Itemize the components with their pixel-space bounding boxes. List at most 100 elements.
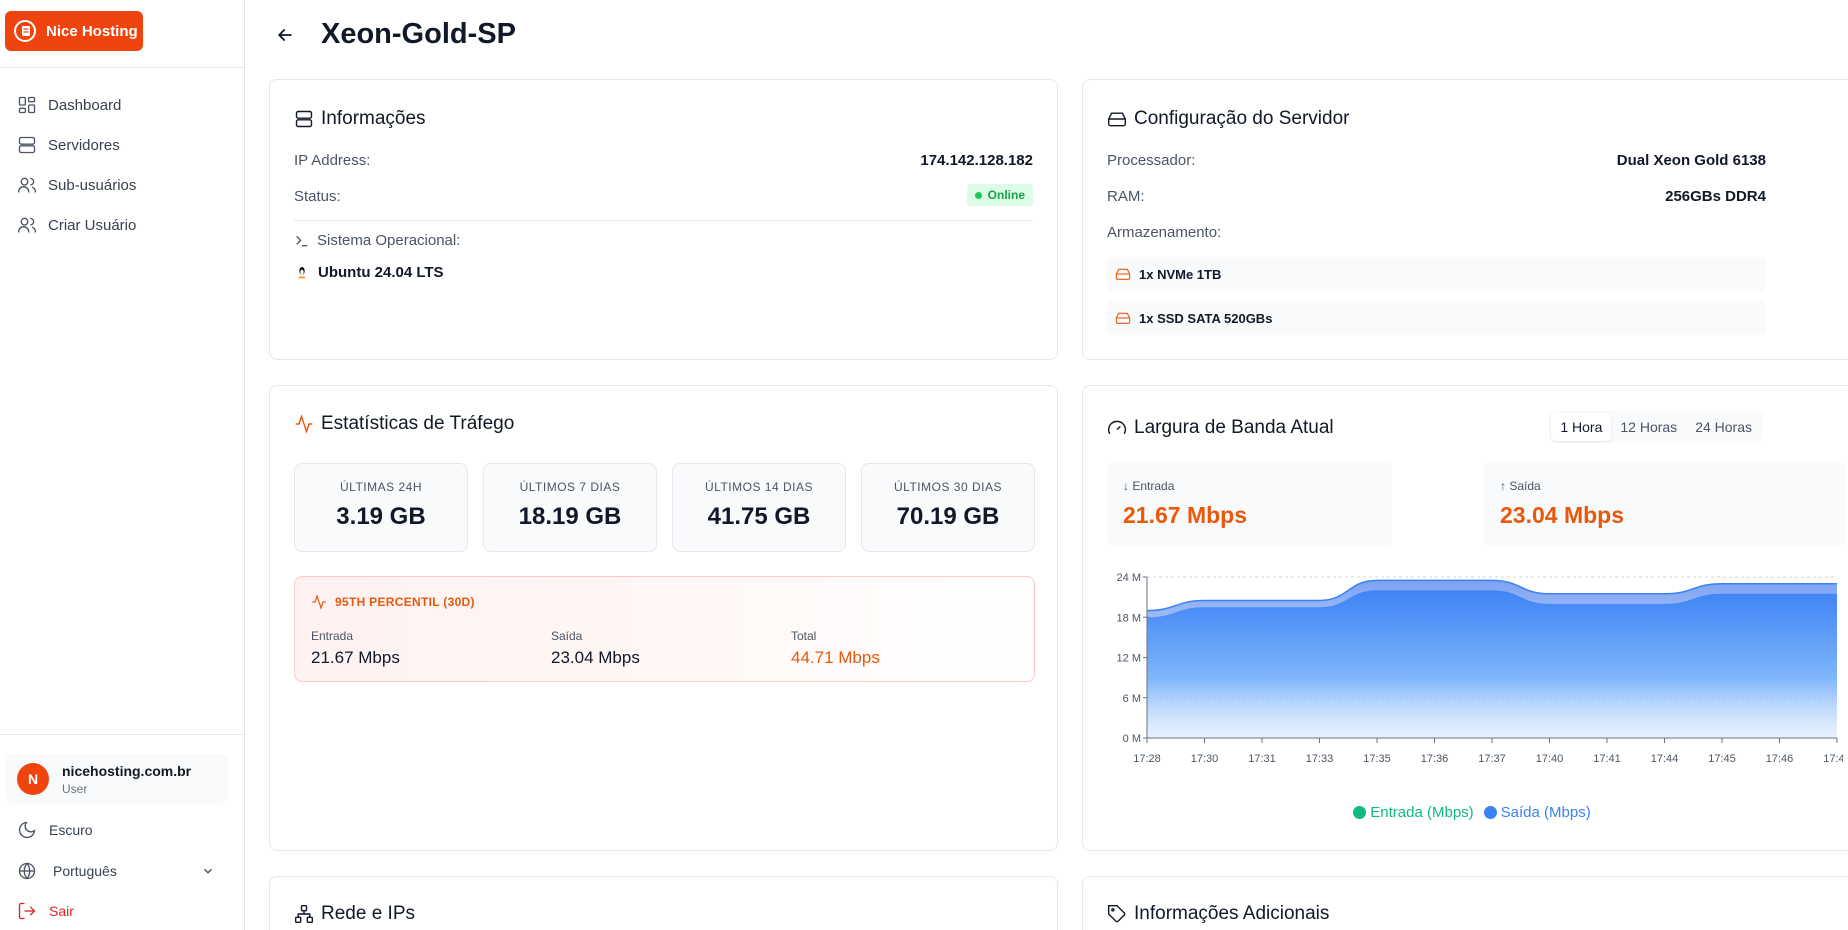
- legend-swatch: [1353, 806, 1367, 819]
- tab-24-horas[interactable]: 24 Horas: [1686, 413, 1761, 441]
- divider: [0, 734, 245, 735]
- nav-item-label: Servidores: [48, 136, 120, 154]
- tab-1-hora[interactable]: 1 Hora: [1551, 413, 1612, 441]
- percentile-total: Total 44.71 Mbps: [791, 629, 880, 668]
- logout-label: Sair: [49, 903, 74, 919]
- status-badge: Online: [966, 184, 1033, 206]
- storage-item: 1x SSD SATA 520GBs: [1107, 301, 1766, 335]
- server-icon: [295, 110, 313, 128]
- brand-logo-button[interactable]: Nice Hosting: [5, 11, 143, 51]
- legend-item-saida[interactable]: Saída (Mbps): [1483, 804, 1591, 821]
- x-tick-label: 17:40: [1536, 753, 1564, 765]
- stat-label: ÚLTIMOS 14 DIAS: [705, 480, 813, 494]
- storage-item-label: 1x SSD SATA 520GBs: [1139, 310, 1273, 326]
- x-tick-label: 17:37: [1478, 753, 1506, 765]
- server-icon: [18, 136, 36, 154]
- nav-item-label: Criar Usuário: [48, 216, 137, 234]
- storage-label: Armazenamento:: [1107, 224, 1222, 241]
- users-icon: [18, 177, 36, 193]
- info-card: Informações IP Address: 174.142.128.182 …: [269, 79, 1058, 360]
- cpu-row: Processador: Dual Xeon Gold 6138: [1107, 152, 1766, 169]
- percentile-in-label: Entrada: [311, 629, 354, 643]
- stat-box-30d: ÚLTIMOS 30 DIAS 70.19 GB: [861, 463, 1035, 552]
- stat-box-7d: ÚLTIMOS 7 DIAS 18.19 GB: [483, 463, 657, 552]
- stat-value: 3.19 GB: [336, 503, 426, 530]
- stat-value: 70.19 GB: [896, 503, 1000, 530]
- bandwidth-out-value: 23.04 Mbps: [1500, 502, 1624, 528]
- bandwidth-chart: 0 M 6 M 12 M 18 M 24 M 17:28 17:30 17:31 17:33 17…: [1117, 572, 1843, 765]
- theme-toggle[interactable]: Escuro: [17, 820, 93, 840]
- nav-item-sub-usuarios[interactable]: Sub-usuários: [0, 165, 245, 205]
- bandwidth-card: Largura de Banda Atual 1 Hora 12 Horas 2…: [1082, 385, 1848, 851]
- x-tick-label: 17:44: [1651, 753, 1679, 765]
- nav-item-servidores[interactable]: Servidores: [0, 125, 245, 165]
- info-title-text: Informações: [321, 108, 426, 129]
- stat-label: ÚLTIMOS 30 DIAS: [894, 480, 1002, 494]
- config-card: Configuração do Servidor Processador: Du…: [1082, 79, 1848, 360]
- percentile-out-value: 23.04 Mbps: [551, 648, 640, 667]
- nav-item-dashboard[interactable]: Dashboard: [0, 85, 245, 125]
- legend-swatch: [1483, 806, 1497, 819]
- os-value: Ubuntu 24.04 LTS: [318, 264, 444, 281]
- tab-12-horas[interactable]: 12 Horas: [1611, 413, 1686, 441]
- x-tick-label: 17:31: [1248, 753, 1276, 765]
- chart-legend: Entrada (Mbps) Saída (Mbps): [1083, 804, 1848, 821]
- x-tick-label: 17:30: [1191, 753, 1219, 765]
- x-tick-label: 17:41: [1593, 753, 1621, 765]
- network-card: Rede e IPs: [269, 876, 1058, 930]
- network-icon: [294, 904, 314, 924]
- status-row: Status: Online: [294, 184, 1033, 206]
- nav-item-criar-usuario[interactable]: Criar Usuário: [0, 205, 245, 245]
- arrow-left-icon: [278, 28, 292, 41]
- x-tick-label: 17:48: [1823, 753, 1843, 765]
- activity-icon: [295, 414, 313, 434]
- percentile-in-value: 21.67 Mbps: [311, 648, 400, 667]
- bandwidth-card-title: Largura de Banda Atual: [1107, 417, 1334, 439]
- moon-icon: [18, 821, 36, 839]
- percentile-out-label: Saída: [551, 629, 583, 643]
- stat-box-24h: ÚLTIMAS 24H 3.19 GB: [294, 463, 468, 552]
- additional-title-text: Informações Adicionais: [1134, 903, 1330, 924]
- page-title: Xeon-Gold-SP: [321, 18, 516, 50]
- user-name: nicehosting.com.br: [62, 762, 192, 779]
- page-header: Xeon-Gold-SP: [270, 18, 516, 51]
- x-tick-label: 17:35: [1363, 753, 1391, 765]
- legend-label: Entrada (Mbps): [1370, 804, 1474, 821]
- user-card[interactable]: N nicehosting.com.br User: [5, 754, 228, 804]
- hard-drive-icon: [1107, 112, 1127, 127]
- divider: [0, 67, 245, 68]
- y-tick-label: 12 M: [1117, 653, 1141, 665]
- percentile-out: Saída 23.04 Mbps: [551, 629, 640, 668]
- language-select[interactable]: Português: [17, 861, 117, 881]
- os-label: Sistema Operacional:: [317, 232, 461, 249]
- user-role: User: [62, 781, 88, 796]
- chevron-down-icon[interactable]: [201, 864, 215, 878]
- stat-value: 18.19 GB: [518, 503, 622, 530]
- x-tick-label: 17:46: [1766, 753, 1794, 765]
- back-button[interactable]: [270, 20, 300, 50]
- legend-item-entrada[interactable]: Entrada (Mbps): [1353, 804, 1474, 821]
- linux-icon: [298, 266, 306, 278]
- ip-value: 174.142.128.182: [920, 152, 1033, 169]
- ip-label: IP Address:: [294, 152, 371, 169]
- hard-drive-icon: [1115, 312, 1131, 324]
- ram-label: RAM:: [1107, 188, 1145, 205]
- activity-icon: [312, 594, 326, 610]
- storage-row: Armazenamento:: [1107, 224, 1837, 241]
- legend-label: Saída (Mbps): [1500, 804, 1591, 821]
- config-title-text: Configuração do Servidor: [1134, 108, 1350, 129]
- config-card-title: Configuração do Servidor: [1107, 108, 1349, 130]
- status-text: Online: [987, 188, 1025, 202]
- traffic-card-title: Estatísticas de Tráfego: [294, 413, 514, 435]
- x-tick-label: 17:33: [1306, 753, 1334, 765]
- storage-item-label: 1x NVMe 1TB: [1139, 266, 1222, 282]
- traffic-card: Estatísticas de Tráfego ÚLTIMAS 24H 3.19…: [269, 385, 1058, 851]
- stat-box-14d: ÚLTIMOS 14 DIAS 41.75 GB: [672, 463, 846, 552]
- cpu-value: Dual Xeon Gold 6138: [1616, 152, 1766, 169]
- ram-value: 256GBs DDR4: [1665, 188, 1766, 205]
- percentile-title: 95TH PERCENTIL (30D): [311, 594, 475, 610]
- logout-button[interactable]: Sair: [17, 901, 74, 921]
- ram-row: RAM: 256GBs DDR4: [1107, 188, 1766, 205]
- percentile-total-label: Total: [791, 629, 817, 643]
- sidebar: Nice Hosting Dashboard Servidores Sub-us…: [0, 0, 245, 930]
